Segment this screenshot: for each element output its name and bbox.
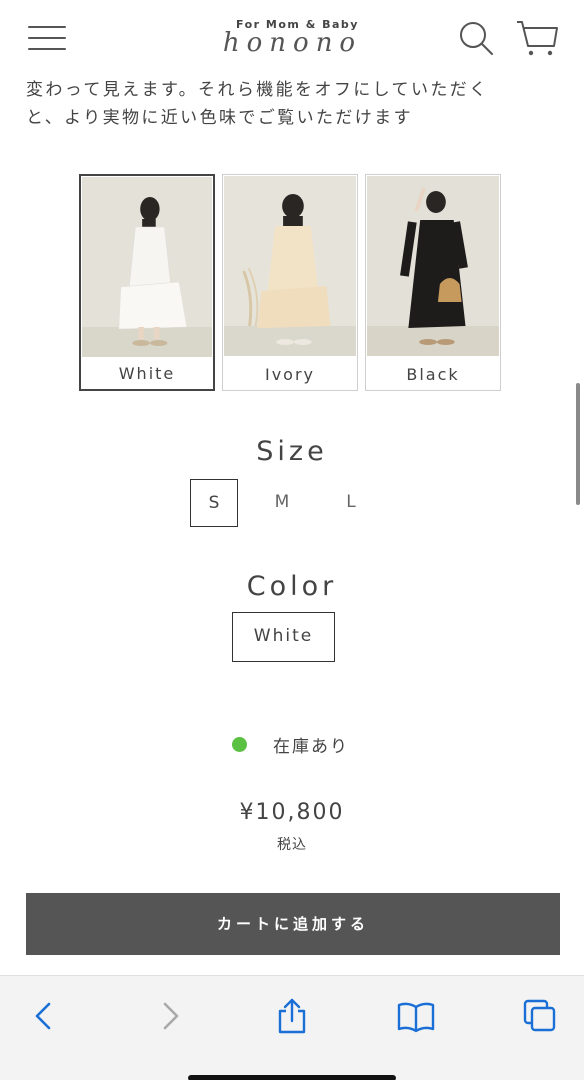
swatch-ivory-photo — [224, 176, 356, 356]
site-header: For Mom & Baby honono — [0, 0, 584, 80]
swatch-black-label: Black — [406, 365, 460, 384]
swatch-black[interactable]: Black — [365, 174, 501, 391]
cart-icon[interactable] — [514, 16, 560, 60]
size-heading: Size — [256, 436, 328, 467]
color-note-line-2: と、より実物に近い色味でご覧いただけます — [26, 108, 413, 128]
swatch-white-label: White — [118, 364, 176, 383]
tax-note: 税込 — [277, 837, 307, 853]
color-option-white[interactable]: White — [232, 612, 335, 662]
logo-wordmark: honono — [222, 28, 363, 58]
stock-status: 在庫あり — [232, 730, 349, 758]
browser-toolbar — [0, 975, 584, 1080]
page-scrollbar[interactable] — [576, 383, 580, 505]
chevron-left-icon[interactable] — [24, 996, 64, 1036]
swatch-black-photo — [367, 176, 499, 356]
stock-status-text: 在庫あり — [273, 736, 349, 757]
swatch-white[interactable]: White — [79, 174, 215, 391]
color-note-text: 変わって見えます。それら機能をオフにしていただく と、より実物に近い色味でご覧い… — [26, 76, 566, 132]
book-icon[interactable] — [396, 996, 436, 1036]
search-icon[interactable] — [456, 18, 496, 58]
color-heading: Color — [246, 571, 338, 602]
share-icon[interactable] — [272, 996, 312, 1036]
home-indicator[interactable] — [188, 1075, 396, 1080]
color-note-line-1: 変わって見えます。それら機能をオフにしていただく — [26, 80, 489, 100]
swatch-ivory-label: Ivory — [264, 365, 316, 384]
site-logo[interactable]: For Mom & Baby honono — [200, 18, 385, 62]
stock-indicator-dot — [232, 736, 247, 752]
size-option-l[interactable]: L — [327, 479, 375, 527]
swatch-ivory[interactable]: Ivory — [222, 174, 358, 391]
size-option-m[interactable]: M — [258, 479, 306, 527]
size-option-s[interactable]: S — [190, 479, 238, 527]
chevron-right-icon[interactable] — [150, 996, 190, 1036]
tabs-icon[interactable] — [520, 996, 560, 1036]
swatch-white-photo — [82, 177, 212, 357]
hamburger-menu-icon[interactable] — [28, 22, 68, 54]
add-to-cart-button[interactable]: カートに追加する — [26, 893, 560, 955]
product-price: ¥10,800 — [239, 800, 345, 825]
